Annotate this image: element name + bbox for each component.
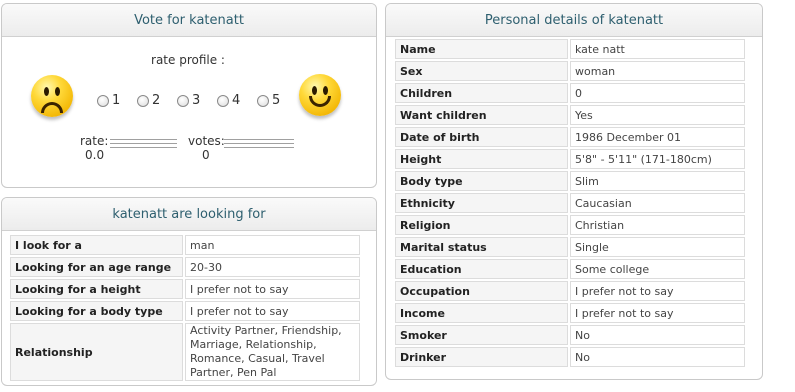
row-value: Single (570, 237, 745, 257)
row-value: I prefer not to say (570, 281, 745, 301)
table-row: Smoker No (395, 325, 745, 345)
row-label: Ethnicity (395, 193, 568, 213)
table-row: Name kate natt (395, 39, 745, 59)
personal-details-panel-title: Personal details of katenatt (386, 4, 762, 37)
row-value: I prefer not to say (185, 301, 360, 321)
rating-option-4[interactable]: 4 (217, 93, 257, 108)
row-label: Income (395, 303, 568, 323)
rate-label: rate: (80, 134, 109, 148)
row-value: man (185, 235, 360, 255)
row-label: Children (395, 83, 568, 103)
personal-details-table: Name kate natt Sex woman Children 0 Want ch… (393, 37, 747, 369)
votes-value: 0 (202, 148, 210, 162)
row-label: Name (395, 39, 568, 59)
row-label: Education (395, 259, 568, 279)
votes-divider (224, 139, 294, 148)
rating-option-5[interactable]: 5 (257, 93, 297, 108)
table-row: Drinker No (395, 347, 745, 367)
table-row: Looking for a height I prefer not to say (10, 279, 360, 299)
table-row: Ethnicity Caucasian (395, 193, 745, 213)
looking-for-panel-title: katenatt are looking for (2, 198, 376, 231)
row-label: Smoker (395, 325, 568, 345)
row-value: kate natt (570, 39, 745, 59)
row-label: Looking for a body type (10, 301, 183, 321)
row-label: Body type (395, 171, 568, 191)
rating-option-2[interactable]: 2 (137, 93, 177, 108)
row-value: Some college (570, 259, 745, 279)
row-label: Looking for a height (10, 279, 183, 299)
table-row: Want children Yes (395, 105, 745, 125)
table-row: Religion Christian (395, 215, 745, 235)
table-row: Income I prefer not to say (395, 303, 745, 323)
table-row: Children 0 (395, 83, 745, 103)
row-label: Want children (395, 105, 568, 125)
table-row: Marital status Single (395, 237, 745, 257)
row-label: Occupation (395, 281, 568, 301)
row-label: Looking for an age range (10, 257, 183, 277)
radio-button[interactable] (257, 94, 269, 107)
votes-label: votes: (188, 134, 225, 148)
row-value: No (570, 325, 745, 345)
rate-stat: rate: 0.0 (60, 134, 180, 164)
row-label: Religion (395, 215, 568, 235)
rating-option-1[interactable]: 1 (97, 93, 137, 108)
row-value: 0 (570, 83, 745, 103)
table-row: Looking for a body type I prefer not to … (10, 301, 360, 321)
table-row: Relationship Activity Partner, Friendshi… (10, 323, 360, 381)
row-value: Christian (570, 215, 745, 235)
row-value: 20-30 (185, 257, 360, 277)
row-value: Caucasian (570, 193, 745, 213)
row-label: Date of birth (395, 127, 568, 147)
row-label: Relationship (10, 323, 183, 381)
row-value: 1986 December 01 (570, 127, 745, 147)
rating-option-3[interactable]: 3 (177, 93, 217, 108)
table-row: I look for a man (10, 235, 360, 255)
happy-face-icon (299, 74, 341, 116)
table-row: Looking for an age range 20-30 (10, 257, 360, 277)
table-row: Sex woman (395, 61, 745, 81)
rate-profile-label: rate profile : (151, 53, 225, 67)
row-value: I prefer not to say (185, 279, 360, 299)
row-value: No (570, 347, 745, 367)
radio-button[interactable] (217, 94, 229, 107)
radio-button[interactable] (97, 94, 109, 107)
row-label: Marital status (395, 237, 568, 257)
sad-face-icon (31, 75, 73, 117)
rating-options: 1 2 3 4 5 (97, 93, 297, 108)
votes-stat: votes: 0 (186, 134, 301, 164)
row-value: woman (570, 61, 745, 81)
row-label: Sex (395, 61, 568, 81)
rate-divider (110, 139, 177, 148)
row-label: I look for a (10, 235, 183, 255)
row-value: Yes (570, 105, 745, 125)
table-row: Date of birth 1986 December 01 (395, 127, 745, 147)
row-value: 5'8" - 5'11" (171-180cm) (570, 149, 745, 169)
table-row: Occupation I prefer not to say (395, 281, 745, 301)
vote-panel-title: Vote for katenatt (2, 4, 376, 37)
looking-for-table: I look for a man Looking for an age rang… (8, 233, 362, 383)
table-row: Education Some college (395, 259, 745, 279)
row-value: Slim (570, 171, 745, 191)
radio-button[interactable] (137, 94, 149, 107)
radio-button[interactable] (177, 94, 189, 107)
table-row: Height 5'8" - 5'11" (171-180cm) (395, 149, 745, 169)
row-label: Drinker (395, 347, 568, 367)
row-value: Activity Partner, Friendship, Marriage, … (185, 323, 360, 381)
row-value: I prefer not to say (570, 303, 745, 323)
row-label: Height (395, 149, 568, 169)
table-row: Body type Slim (395, 171, 745, 191)
rate-value: 0.0 (85, 148, 105, 162)
